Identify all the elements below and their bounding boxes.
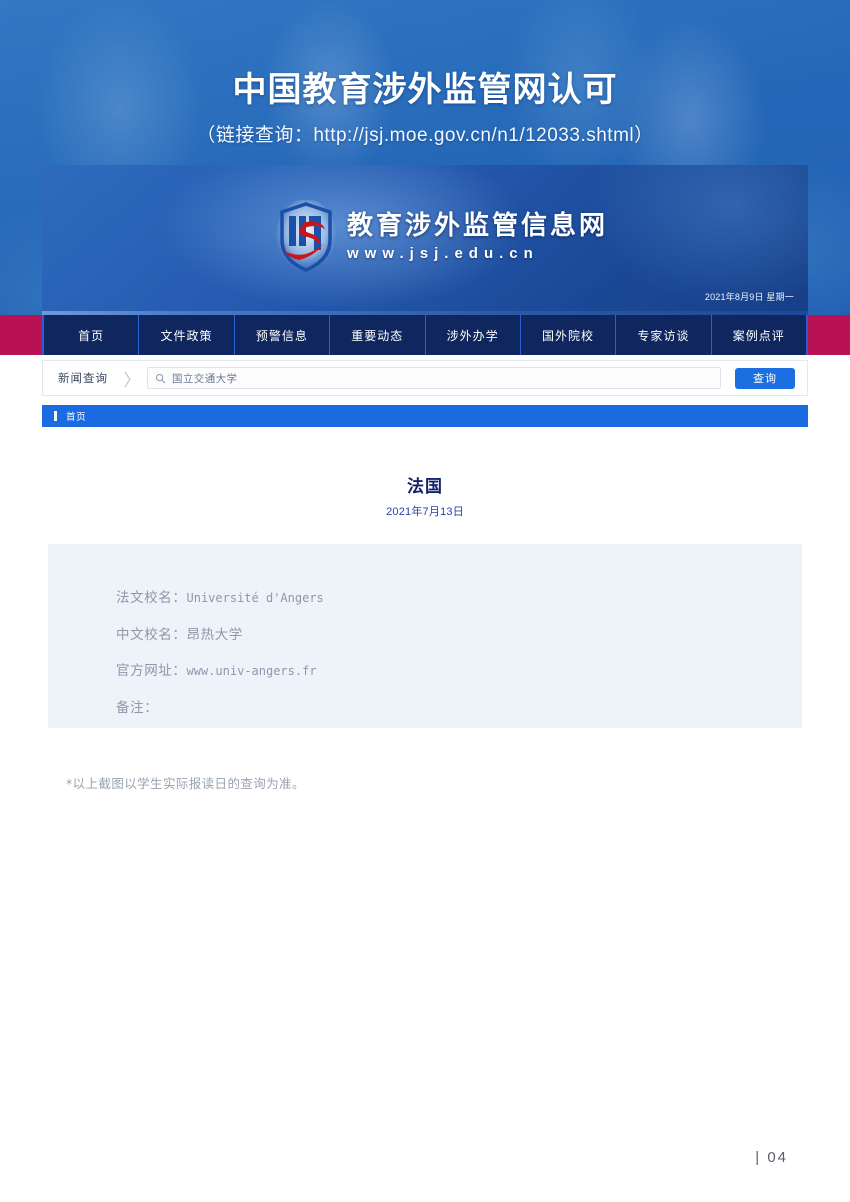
site-date: 2021年8月9日 星期一: [704, 292, 794, 302]
website-screenshot: 教育涉外监管信息网 www.jsj.edu.cn 2021年8月9日 星期一: [42, 165, 808, 315]
site-logo: 教育涉外监管信息网 www.jsj.edu.cn: [275, 200, 608, 274]
search-submit-button[interactable]: 查询: [735, 367, 795, 389]
site-masthead: 教育涉外监管信息网 www.jsj.edu.cn 2021年8月9日 星期一: [42, 165, 808, 315]
article-title: 法国: [407, 477, 443, 497]
crimson-block-right: [808, 315, 850, 355]
nav-item-policy[interactable]: 文件政策: [139, 315, 235, 355]
site-navigation: 首页 文件政策 预警信息 重要动态 涉外办学 国外院校 专家访谈 案例点评: [42, 315, 808, 355]
info-label-chinese-name: 中文校名：: [116, 626, 187, 643]
info-row-website: 官方网址：www.univ-angers.fr: [116, 653, 802, 690]
info-label-remarks: 备注：: [116, 699, 159, 716]
info-row-chinese-name: 中文校名：昂热大学: [116, 617, 802, 654]
info-value-website: www.univ-angers.fr: [186, 664, 317, 678]
nav-item-foreign-school[interactable]: 涉外办学: [426, 315, 521, 355]
nav-item-expert-interview[interactable]: 专家访谈: [616, 315, 712, 355]
chevron-right-icon: 〉: [123, 370, 141, 390]
crimson-block-left: [0, 315, 42, 355]
breadcrumb-marker-icon: [54, 411, 57, 421]
site-nav-row: 首页 文件政策 预警信息 重要动态 涉外办学 国外院校 专家访谈 案例点评: [0, 311, 850, 355]
info-row-remarks: 备注：: [116, 690, 802, 727]
jsj-shield-logo-icon: [275, 200, 337, 274]
nav-item-home[interactable]: 首页: [44, 315, 140, 355]
info-label-french-name: 法文校名：: [116, 590, 187, 606]
site-logo-url: www.jsj.edu.cn: [347, 245, 539, 262]
school-info-box: 法文校名：Université d'Angers 中文校名：昂热大学 官方网址：…: [48, 544, 802, 728]
info-value-french-name: Université d'Angers: [186, 591, 324, 605]
search-section-label: 新闻查询: [58, 371, 108, 385]
breadcrumb: 首页: [42, 405, 808, 427]
nav-item-case-review[interactable]: 案例点评: [712, 315, 806, 355]
page-number: | 04: [755, 1149, 788, 1166]
nav-item-overseas-institutions[interactable]: 国外院校: [521, 315, 617, 355]
article-date: 2021年7月13日: [386, 506, 464, 518]
news-search-bar: 新闻查询 〉 国立交通大学 查询: [42, 360, 808, 396]
info-label-website: 官方网址：: [116, 663, 187, 679]
info-value-chinese-name: 昂热大学: [186, 626, 243, 643]
hero-subtitle-link: （链接查询：http://jsj.moe.gov.cn/n1/12033.sht…: [196, 125, 654, 146]
search-input[interactable]: 国立交通大学: [147, 367, 721, 389]
breadcrumb-item-home[interactable]: 首页: [66, 409, 86, 423]
nav-item-warning[interactable]: 预警信息: [235, 315, 331, 355]
site-logo-name: 教育涉外监管信息网: [347, 211, 609, 241]
search-icon: [148, 373, 172, 384]
nav-item-news[interactable]: 重要动态: [330, 315, 426, 355]
info-row-french-name: 法文校名：Université d'Angers: [116, 580, 802, 617]
page-title: 中国教育涉外监管网认可: [232, 71, 618, 109]
search-input-value: 国立交通大学: [172, 372, 238, 385]
footnote-text: *以上截图以学生实际报读日的查询为准。: [66, 776, 305, 791]
